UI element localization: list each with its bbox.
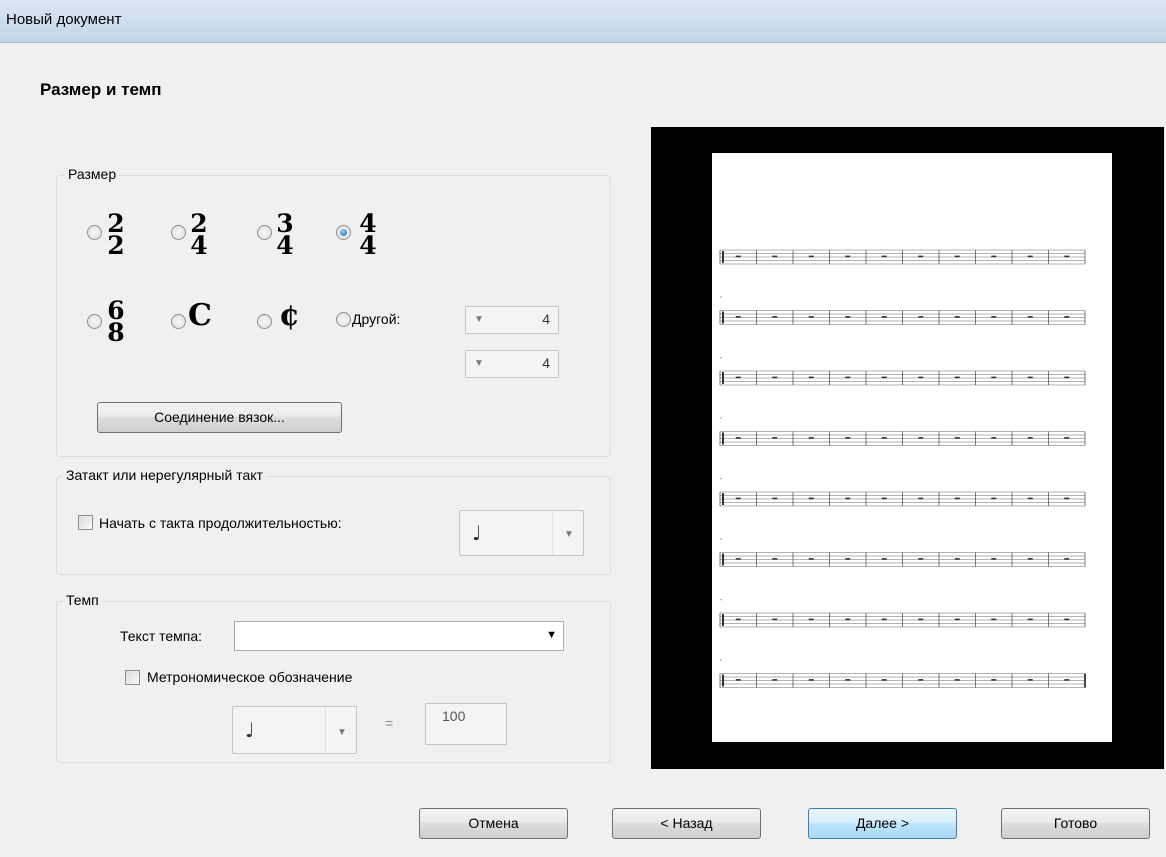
svg-text:′′: ′′ [720, 418, 722, 424]
other-denominator-stepper[interactable]: ▼ 4 [465, 350, 559, 378]
time-sig-6-8: 68 [107, 296, 125, 347]
title-bar: Новый документ [0, 0, 1166, 43]
beam-grouping-button[interactable]: Соединение вязок... [97, 402, 342, 433]
bpm-value: 100 [442, 708, 466, 724]
finish-button[interactable]: Готово [1001, 808, 1150, 839]
time-sig-2-2: 22 [107, 209, 125, 260]
radio-4-4[interactable] [336, 225, 351, 240]
chevron-down-icon: ▼ [564, 529, 574, 540]
time-sig-2-4: 24 [190, 209, 208, 260]
radio-2-4[interactable] [171, 225, 186, 240]
svg-text:′′: ′′ [720, 478, 722, 484]
preview-staves: ′′ ′′ ′′ ′′ ′′ ′′ ′′ [719, 249, 1086, 688]
staff-system: ′′ [719, 478, 1086, 507]
staff-system: ′′ [719, 660, 1086, 688]
cut-time-icon: ¢ [279, 298, 300, 333]
radio-2-2[interactable] [87, 225, 102, 240]
back-button[interactable]: < Назад [612, 808, 761, 839]
equals-sign: = [385, 715, 394, 731]
staff-system: ′′ [719, 357, 1086, 386]
staff-system: ′′ [719, 297, 1086, 325]
chevron-down-icon: ▼ [337, 727, 347, 738]
radio-6-8[interactable] [87, 314, 102, 329]
size-group-legend: Размер [65, 166, 120, 182]
svg-text:′′: ′′ [720, 297, 722, 303]
chevron-down-icon: ▼ [546, 629, 557, 641]
next-button[interactable]: Далее > [808, 808, 957, 839]
metronome-label: Метрономическое обозначение [147, 669, 353, 685]
radio-cut-time[interactable] [257, 314, 272, 329]
svg-text:′′: ′′ [720, 539, 722, 545]
quarter-note-icon: ♩ [472, 521, 482, 545]
pickup-checkbox-label: Начать с такта продолжительностью: [99, 515, 342, 531]
common-time-icon: C [188, 298, 212, 333]
staff-system: ′′ [719, 599, 1086, 628]
other-numerator-stepper[interactable]: ▼ 4 [465, 306, 559, 334]
cancel-button[interactable]: Отмена [419, 808, 568, 839]
svg-text:′′: ′′ [720, 660, 722, 666]
pickup-checkbox[interactable] [78, 515, 93, 530]
time-sig-4-4: 44 [359, 209, 377, 260]
chevron-down-icon: ▼ [474, 358, 484, 369]
staff-system [719, 249, 1086, 265]
time-sig-3-4: 34 [276, 209, 294, 260]
other-denominator-value: 4 [542, 355, 550, 371]
other-label: Другой: [352, 311, 401, 327]
pickup-duration-dropdown[interactable]: ♩ ▼ [459, 510, 584, 556]
svg-text:′′: ′′ [720, 599, 722, 605]
page-title: Размер и темп [40, 80, 162, 99]
radio-3-4[interactable] [257, 225, 272, 240]
tempo-text-label: Текст темпа: [120, 628, 203, 644]
chevron-down-icon: ▼ [474, 314, 484, 325]
svg-text:′′: ′′ [720, 357, 722, 363]
preview-page: ′′ ′′ ′′ ′′ ′′ ′′ ′′ [712, 153, 1112, 742]
metronome-checkbox[interactable] [125, 670, 140, 685]
tempo-text-combo[interactable]: ▼ [234, 621, 564, 651]
staff-system: ′′ [719, 539, 1086, 567]
metronome-note-dropdown[interactable]: ♩ ▼ [232, 706, 357, 754]
tempo-group-legend: Темп [63, 592, 102, 608]
window-title: Новый документ [6, 11, 122, 28]
staff-system: ′′ [719, 418, 1086, 446]
quarter-note-icon: ♩ [245, 718, 255, 742]
pickup-group-legend: Затакт или нерегулярный такт [63, 467, 266, 483]
radio-other[interactable] [336, 312, 351, 327]
bpm-field[interactable]: 100 [425, 703, 507, 745]
radio-common-time[interactable] [171, 314, 186, 329]
other-numerator-value: 4 [542, 311, 550, 327]
